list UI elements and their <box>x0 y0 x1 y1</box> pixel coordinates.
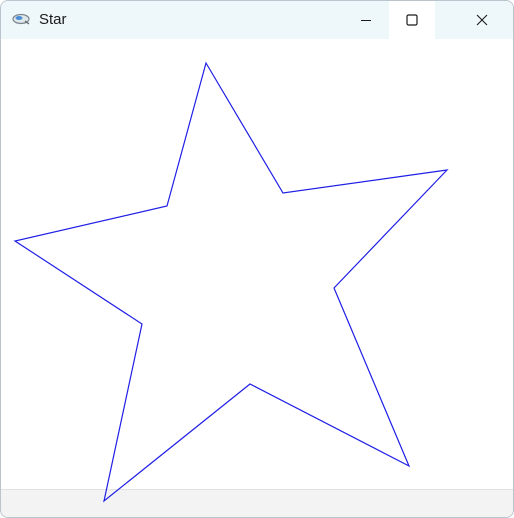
maximize-button[interactable] <box>389 1 435 39</box>
drawing-area <box>1 39 513 489</box>
close-button[interactable] <box>459 1 505 39</box>
window-bottom-edge <box>1 489 513 517</box>
app-window: Star <box>0 0 514 518</box>
minimize-button[interactable] <box>343 1 389 39</box>
maximize-icon <box>406 14 418 26</box>
close-icon <box>476 14 488 26</box>
window-title: Star <box>39 11 67 28</box>
title-bar[interactable]: Star <box>1 1 513 39</box>
satellite-dish-icon[interactable] <box>11 12 31 26</box>
minimize-icon <box>360 14 372 26</box>
